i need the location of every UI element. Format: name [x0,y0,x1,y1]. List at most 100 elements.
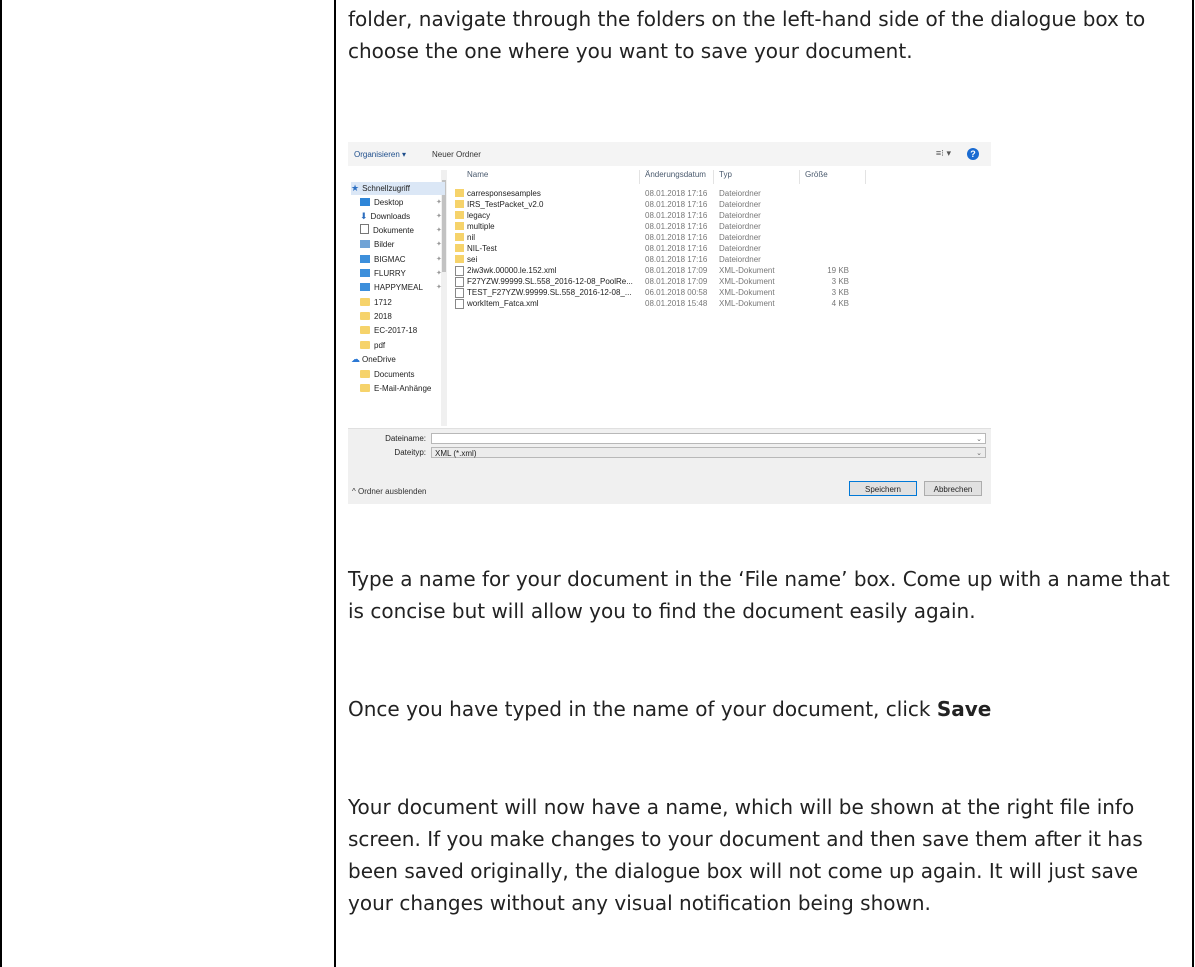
table-border-left [0,0,2,967]
file-icon [455,299,464,309]
file-row[interactable]: legacy 08.01.2018 17:16 Dateiordner [455,210,885,221]
file-size: 4 KB [831,299,849,308]
file-type: XML-Dokument [719,277,775,286]
file-date: 08.01.2018 17:16 [645,222,708,231]
pin-icon[interactable]: ✦ [436,238,442,251]
column-header-size[interactable]: Größe [805,170,828,182]
nav-item-label: HAPPYMEAL [374,283,423,292]
nav-item[interactable]: Documents [360,368,414,381]
file-date: 08.01.2018 17:16 [645,255,708,264]
click-save-text: Once you have typed in the name of your … [348,697,937,721]
nav-item[interactable]: Dokumente ✦ [360,224,442,237]
folder-icon [455,189,464,197]
file-name: TEST_F27YZW.99999.SL.558_2016-12-08_... [467,288,632,297]
nav-item[interactable]: pdf [360,339,385,352]
nav-item[interactable]: HAPPYMEAL ✦ [360,281,442,294]
file-name: legacy [467,211,491,220]
cancel-button[interactable]: Abbrechen [924,481,982,496]
file-date: 08.01.2018 17:16 [645,200,708,209]
save-button[interactable]: Speichern [849,481,917,496]
file-row[interactable]: nil 08.01.2018 17:16 Dateiordner [455,232,885,243]
download-icon: ⬇ [360,211,368,221]
nav-item-label: Bilder [374,240,395,249]
nav-item-label: OneDrive [362,355,396,364]
view-options-icon[interactable]: ≡⁝ ▾ [936,148,951,159]
desktop-icon [360,198,370,206]
computer-icon [360,269,370,277]
column-header-type[interactable]: Typ [719,170,732,182]
nav-item[interactable]: ☁ OneDrive [351,353,396,366]
dialog-footer: Dateiname: ⌄ Dateityp: XML (*.xml) ⌄ ^ Or… [348,428,991,504]
file-row[interactable]: sei 08.01.2018 17:16 Dateiordner [455,254,885,265]
nav-item[interactable]: EC-2017-18 [360,324,417,337]
file-name: 2iw3wk.00000.le.152.xml [467,266,557,275]
cloud-icon: ☁ [351,354,360,364]
pin-icon[interactable]: ✦ [436,210,442,223]
pin-icon[interactable]: ✦ [436,281,442,294]
nav-item-label: FLURRY [374,269,406,278]
nav-item-label: Dokumente [373,226,414,235]
organize-button[interactable]: Organisieren ▾ [354,150,406,159]
file-icon [455,277,464,287]
nav-item-label: Downloads [370,212,411,221]
file-type: XML-Dokument [719,299,775,308]
folder-icon [455,200,464,208]
nav-item[interactable]: BIGMAC ✦ [360,253,442,266]
file-date: 06.01.2018 00:58 [645,288,708,297]
file-row[interactable]: IRS_TestPacket_v2.0 08.01.2018 17:16 Datei… [455,199,885,210]
nav-item-label: EC-2017-18 [374,326,418,335]
file-row[interactable]: NIL-Test 08.01.2018 17:16 Dateiordner [455,243,885,254]
filename-input[interactable]: ⌄ [431,433,986,444]
computer-icon [360,255,370,263]
file-list: Name Änderungsdatum Typ Größe carrespons… [455,166,991,428]
file-name: IRS_TestPacket_v2.0 [467,200,544,209]
nav-item[interactable]: 1712 [360,296,392,309]
file-size: 3 KB [831,277,849,286]
nav-item[interactable]: E-Mail-Anhänge [360,382,431,395]
pin-icon[interactable]: ✦ [436,224,442,237]
nav-item[interactable]: ★ Schnellzugriff [351,182,445,195]
save-keyword: Save [936,697,992,721]
filetype-select[interactable]: XML (*.xml) ⌄ [431,447,986,458]
nav-item[interactable]: Desktop ✦ [360,196,442,209]
file-name: sei [467,255,478,264]
folder-icon [360,341,370,349]
file-row[interactable]: 2iw3wk.00000.le.152.xml 08.01.2018 17:09 X… [455,265,885,276]
table-border-middle [334,0,336,967]
file-name: carresponsesamples [467,189,541,198]
nav-item[interactable]: FLURRY ✦ [360,267,442,280]
folder-icon [455,222,464,230]
nav-item-label: E-Mail-Anhänge [374,384,432,393]
file-row[interactable]: workItem_Fatca.xml 08.01.2018 15:48 XML-Do… [455,298,885,309]
file-date: 08.01.2018 15:48 [645,299,708,308]
file-name: workItem_Fatca.xml [467,299,539,308]
file-type: Dateiordner [719,200,761,209]
save-dialog-screenshot: Organisieren ▾ Neuer Ordner ≡⁝ ▾ ? ★ Schn… [348,142,991,504]
file-row[interactable]: multiple 08.01.2018 17:16 Dateiordner [455,221,885,232]
column-header-date[interactable]: Änderungsdatum [645,170,706,182]
document-icon [360,224,369,234]
file-row[interactable]: carresponsesamples 08.01.2018 17:16 Dateio… [455,188,885,199]
nav-item[interactable]: Bilder ✦ [360,238,442,251]
pin-icon[interactable]: ✦ [436,253,442,266]
folder-icon [455,255,464,263]
nav-item[interactable]: 2018 [360,310,392,323]
folder-icon [360,312,370,320]
hide-folders-toggle[interactable]: ^ Ordner ausblenden [352,487,426,496]
help-icon[interactable]: ? [967,148,979,160]
filename-label: Dateiname: [385,434,426,443]
chevron-down-icon[interactable]: ⌄ [976,434,982,445]
image-icon [360,240,370,248]
file-row[interactable]: TEST_F27YZW.99999.SL.558_2016-12-08_... 0… [455,287,885,298]
file-icon [455,266,464,276]
file-row[interactable]: F27YZW.99999.SL.558_2016-12-08_PoolRe...… [455,276,885,287]
column-header-name[interactable]: Name [467,170,488,182]
pin-icon[interactable]: ✦ [436,267,442,280]
file-type: Dateiordner [719,211,761,220]
pin-icon[interactable]: ✦ [436,196,442,209]
nav-item[interactable]: ⬇ Downloads ✦ [360,210,442,223]
new-folder-button[interactable]: Neuer Ordner [432,150,481,159]
chevron-down-icon[interactable]: ⌄ [976,448,982,459]
paragraph-result: Your document will now have a name, whic… [348,795,1143,915]
star-icon: ★ [351,183,360,193]
